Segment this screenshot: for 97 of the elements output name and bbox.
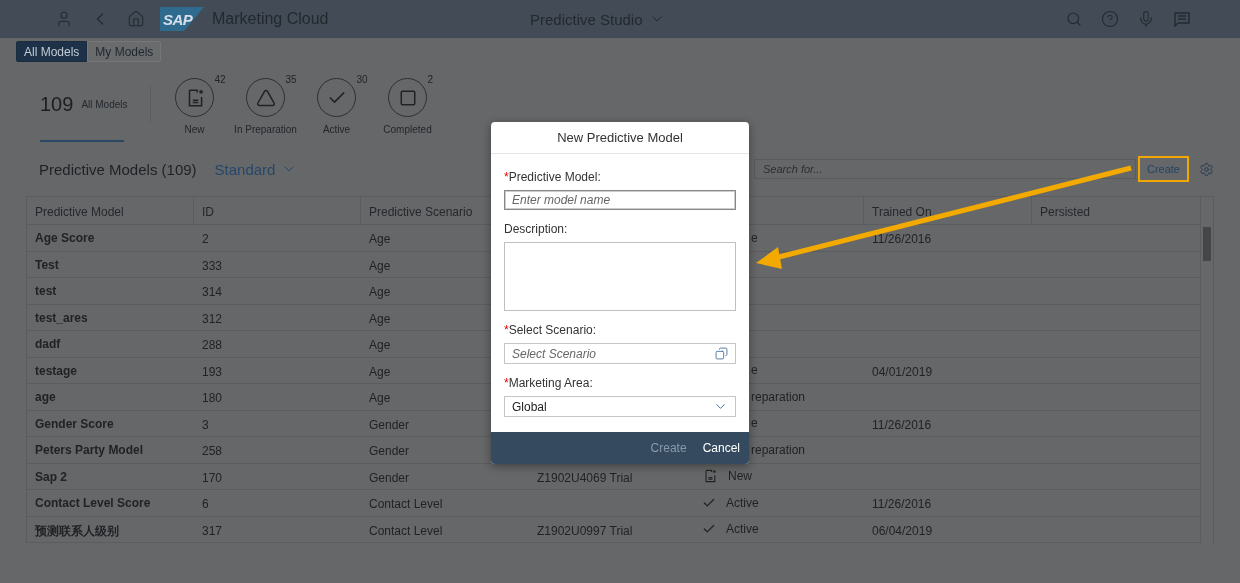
- table-cell: 180: [202, 391, 223, 405]
- triangle-icon: [255, 87, 276, 108]
- status-text: New: [728, 469, 752, 484]
- table-cell: Gender: [369, 444, 410, 458]
- table-cell: 2: [202, 232, 209, 246]
- model-name: age: [35, 390, 56, 404]
- column-header[interactable]: Trained On: [872, 205, 932, 219]
- field-label: Description:: [504, 222, 569, 236]
- create-button[interactable]: Create: [1137, 156, 1189, 182]
- status-text: e: [751, 363, 758, 378]
- table-cell: Z1902U0997 Trial: [537, 523, 633, 538]
- user-icon[interactable]: [55, 10, 73, 28]
- model-name: Age Score: [35, 231, 95, 245]
- model-name: 预测联系人级别: [35, 523, 119, 538]
- search-icon[interactable]: [1066, 11, 1082, 27]
- model-name: dadf: [35, 337, 61, 351]
- column-header[interactable]: Predictive Model: [35, 205, 124, 219]
- filter-count: 2: [427, 74, 434, 85]
- filter-count: 42: [214, 74, 226, 85]
- variant-selector[interactable]: Standard: [214, 160, 298, 178]
- filter-label: Completed: [383, 124, 432, 135]
- model-name: test_ares: [35, 310, 88, 325]
- text-area[interactable]: [504, 242, 736, 311]
- help-icon[interactable]: [1101, 10, 1119, 28]
- table-row[interactable]: Contact Level Score 6 Contact Level Active 11/26/2016: [27, 490, 1200, 517]
- microphone-icon[interactable]: [1137, 10, 1155, 28]
- filter-count: 30: [356, 74, 368, 85]
- filter-label: In Preparation: [234, 124, 297, 135]
- kpi-count: 109: [40, 92, 74, 116]
- status-text: Active: [726, 495, 759, 510]
- table-cell: 258: [202, 444, 223, 458]
- status-text: e: [751, 416, 758, 431]
- filter-count: 35: [285, 74, 297, 85]
- model-name: test: [35, 284, 57, 298]
- view-toggle-button[interactable]: All Models: [16, 41, 88, 62]
- view-toggle-button[interactable]: My Models: [87, 41, 162, 62]
- scrollbar[interactable]: [1200, 197, 1213, 543]
- status-text: e: [751, 230, 758, 245]
- table-cell: 193: [202, 364, 223, 379]
- filter-label: New: [184, 124, 205, 135]
- table-cell: Contact Level: [369, 523, 443, 538]
- filter-label: Active: [322, 124, 351, 135]
- table-cell: Age: [369, 258, 391, 273]
- status-text: Active: [726, 522, 759, 537]
- field-label: *Marketing Area:: [504, 376, 594, 390]
- model-name: Contact Level Score: [35, 496, 151, 510]
- column-header[interactable]: Predictive Scenario: [369, 205, 473, 219]
- table-cell: 317: [202, 523, 223, 538]
- table-cell: 288: [202, 338, 223, 352]
- table-cell: 11/26/2016: [872, 497, 932, 511]
- table-cell: Age: [369, 311, 391, 326]
- table-cell: 333: [202, 258, 223, 273]
- table-cell: 04/01/2019: [872, 364, 933, 379]
- document-star-icon: [702, 468, 718, 485]
- kpi-label: All Models: [81, 98, 128, 110]
- model-name: Peters Party Model: [35, 443, 144, 457]
- table-cell: Contact Level: [369, 497, 443, 511]
- square-icon: [398, 88, 417, 107]
- input-field[interactable]: Select Scenario: [504, 343, 736, 364]
- home-icon[interactable]: [127, 10, 145, 28]
- dropdown[interactable]: Global: [504, 396, 736, 417]
- input-field[interactable]: Enter model name: [504, 190, 736, 210]
- table-cell: 314: [202, 285, 223, 299]
- table-cell: 3: [202, 417, 209, 432]
- table-cell: 312: [202, 311, 223, 326]
- dialog-button[interactable]: Cancel: [702, 441, 740, 455]
- column-header[interactable]: Persisted: [1040, 205, 1091, 219]
- table-cell: 06/04/2019: [872, 523, 933, 538]
- model-name: Gender Score: [35, 416, 114, 431]
- table-cell: Age: [369, 364, 391, 379]
- column-header[interactable]: ID: [202, 205, 214, 219]
- status-text: reparation: [751, 442, 806, 457]
- field-label: *Predictive Model:: [504, 170, 602, 184]
- logo[interactable]: SAP: [160, 7, 204, 31]
- table-title: Predictive Models (109): [39, 160, 197, 178]
- field-label: *Select Scenario:: [504, 323, 598, 337]
- table-cell: 170: [202, 470, 223, 485]
- table-cell: Gender: [369, 470, 410, 485]
- search-field[interactable]: Search for...: [753, 159, 1136, 179]
- settings-icon[interactable]: [1199, 161, 1214, 177]
- table-cell: Age: [369, 338, 391, 352]
- table-cell: Age: [369, 232, 391, 246]
- table-cell: 11/26/2016: [872, 232, 932, 246]
- model-name: testage: [35, 363, 78, 378]
- model-name: Test: [35, 257, 59, 272]
- table-cell: Gender: [369, 417, 410, 432]
- value-help-icon[interactable]: [715, 347, 728, 360]
- status-text: reparation: [751, 389, 806, 404]
- table-cell: 11/26/2016: [872, 417, 932, 432]
- table-cell: Age: [369, 285, 391, 299]
- model-name: Sap 2: [35, 469, 67, 484]
- table-cell: Z1902U4069 Trial: [537, 470, 633, 485]
- table-row[interactable]: 预测联系人级别 317 Contact Level Z1902U0997 Trial Active 06/04/2019: [27, 516, 1200, 543]
- notifications-icon[interactable]: [1173, 11, 1191, 27]
- dialog-title: New Predictive Model: [557, 130, 683, 145]
- table-cell: 6: [202, 497, 209, 511]
- table-cell: Age: [369, 391, 391, 405]
